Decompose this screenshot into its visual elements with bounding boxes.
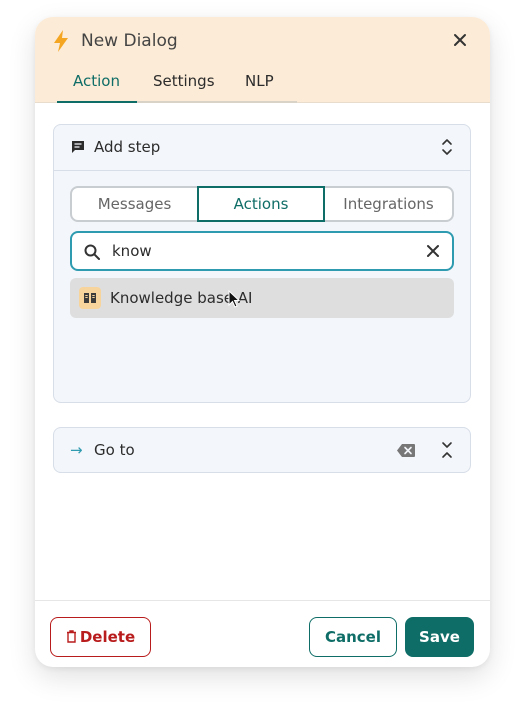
arrow-right-icon: → [70,441,83,459]
chevron-collapse-icon[interactable] [441,138,453,156]
add-step-card: Add step Messages Actions Integrations k… [53,124,471,403]
delete-label: Delete [79,628,136,646]
tab-settings[interactable]: Settings [153,72,215,90]
segment-actions[interactable]: Actions [197,186,325,222]
bolt-icon [54,30,68,52]
card-divider [54,170,470,171]
add-step-title: Add step [94,138,161,156]
book-icon [79,287,101,309]
message-icon [72,141,84,153]
goto-card: → Go to [53,427,471,473]
active-tab-underline [57,101,137,103]
step-type-segmented: Messages Actions Integrations [70,186,454,222]
tab-action[interactable]: Action [73,72,120,90]
dialog-title: New Dialog [81,31,178,51]
goto-header[interactable]: → Go to [54,428,470,473]
dialog-tabs: Action Settings NLP [57,71,297,103]
clear-search-icon[interactable] [426,244,440,258]
close-icon[interactable] [452,32,468,48]
save-button[interactable]: Save [405,617,474,657]
segment-integrations[interactable]: Integrations [325,188,452,220]
add-step-header[interactable]: Add step [54,125,470,170]
footer-divider [35,600,490,601]
goto-title: Go to [94,441,135,459]
backspace-icon[interactable] [396,443,416,458]
mouse-cursor-icon [228,290,241,308]
search-icon [84,244,100,260]
search-box [70,231,454,271]
result-item[interactable]: Knowledge base AI [70,278,454,318]
new-dialog: New Dialog Action Settings NLP Add step … [35,17,490,667]
cancel-button[interactable]: Cancel [309,617,397,657]
chevron-expand-icon[interactable] [441,441,453,459]
tab-nlp[interactable]: NLP [245,72,274,90]
segment-messages[interactable]: Messages [72,188,197,220]
delete-button[interactable]: Delete [50,617,151,657]
dialog-header: New Dialog Action Settings NLP [35,17,490,103]
search-input[interactable] [112,239,412,263]
trash-icon [66,630,76,643]
